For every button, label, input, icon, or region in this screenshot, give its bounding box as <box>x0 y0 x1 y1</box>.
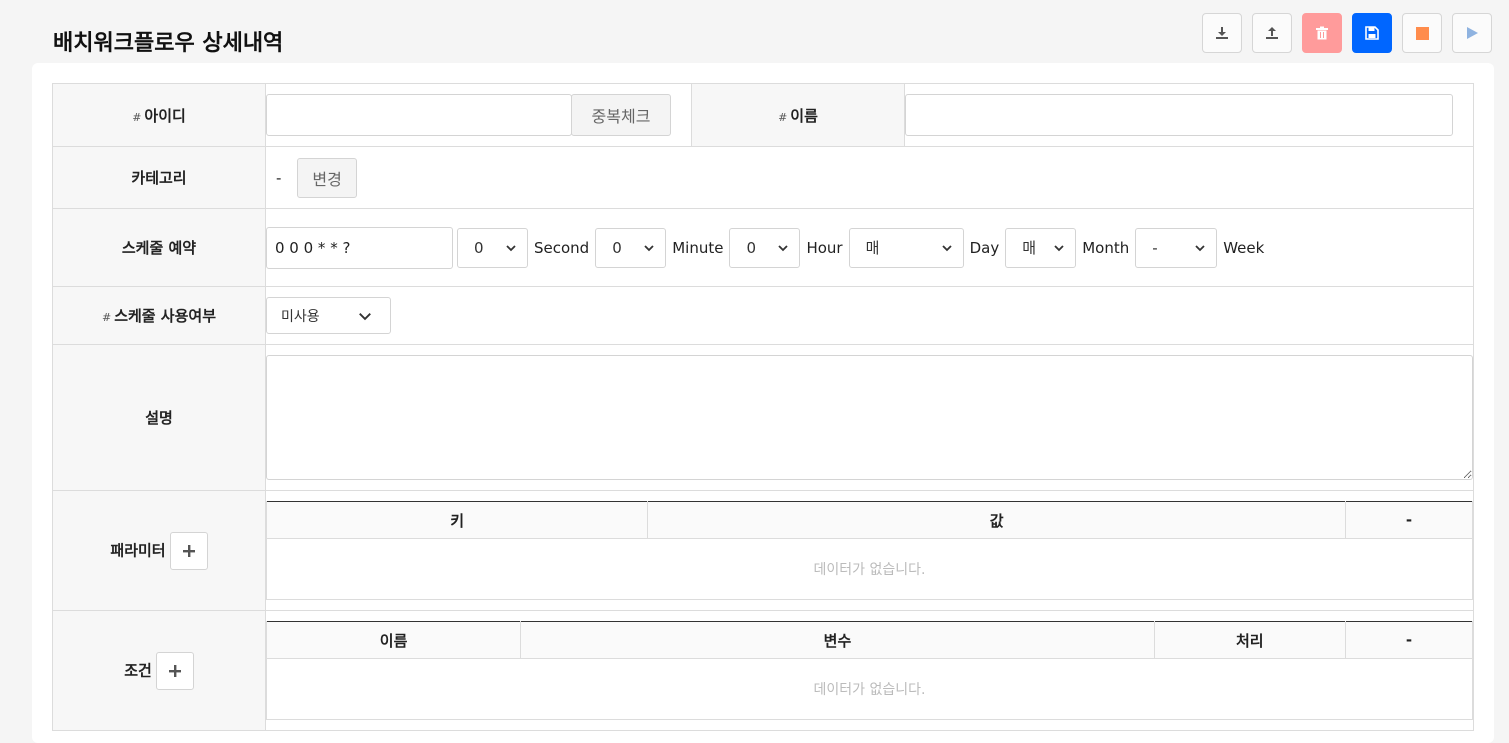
add-parameter-button[interactable] <box>169 531 208 570</box>
schedule-use-select[interactable]: 미사용 <box>266 297 391 334</box>
play-icon <box>1466 27 1478 39</box>
month-select-value: 매 <box>1022 239 1037 257</box>
chevron-down-icon <box>1054 244 1064 251</box>
required-mark: # <box>778 110 788 124</box>
toolbar <box>1202 13 1492 53</box>
week-unit-label: Week <box>1223 238 1265 257</box>
schedule-label: 스케줄 예약 <box>52 208 266 287</box>
stop-button[interactable] <box>1402 13 1442 53</box>
id-value-cell: 중복체크 <box>265 83 692 147</box>
schedule-use-select-value: 미사용 <box>281 308 320 325</box>
category-label: 카테고리 <box>52 146 266 209</box>
hour-select[interactable]: 0 <box>729 227 801 268</box>
schedule-value-cell: 0 Second 0 Minute 0 Hour 매 <box>265 208 1474 287</box>
delete-button[interactable] <box>1302 13 1342 53</box>
row-parameters: 패라미터 키 값 - 데이터가 없습니다. <box>52 490 1474 611</box>
category-change-button[interactable]: 변경 <box>297 157 357 198</box>
minute-unit-label: Minute <box>672 238 724 257</box>
row-schedule-use: # 스케줄 사용여부 미사용 <box>52 286 1474 345</box>
day-unit-label: Day <box>969 238 1000 257</box>
row-id-name: # 아이디 중복체크 # 이름 <box>52 83 1474 147</box>
column-header: 처리 <box>1153 621 1346 659</box>
row-schedule: 스케줄 예약 0 Second 0 Minute 0 <box>52 208 1474 287</box>
download-button[interactable] <box>1202 13 1242 53</box>
row-description: 설명 <box>52 344 1474 491</box>
minute-select[interactable]: 0 <box>595 227 667 268</box>
chevron-down-icon <box>644 244 654 251</box>
upload-button[interactable] <box>1252 13 1292 53</box>
stop-icon <box>1415 26 1429 40</box>
run-button[interactable] <box>1452 13 1492 53</box>
month-select[interactable]: 매 <box>1005 227 1077 268</box>
name-label-cell: # 이름 <box>691 83 905 147</box>
second-select-value: 0 <box>474 238 484 257</box>
upload-icon <box>1266 27 1278 39</box>
id-input[interactable] <box>266 94 572 136</box>
parameters-label: 패라미터 <box>110 541 166 559</box>
description-textarea[interactable] <box>266 355 1473 480</box>
add-condition-button[interactable] <box>155 651 194 690</box>
id-label-cell: # 아이디 <box>52 83 266 147</box>
empty-message: 데이터가 없습니다. <box>266 538 1473 600</box>
column-header: 이름 <box>265 621 522 659</box>
column-header: 값 <box>647 501 1346 539</box>
chevron-down-icon <box>941 244 952 251</box>
chevron-down-icon <box>778 244 789 251</box>
chevron-down-icon <box>359 312 371 320</box>
name-value-cell <box>904 83 1474 147</box>
cron-expression-input[interactable] <box>266 226 453 269</box>
name-label: 이름 <box>790 106 818 125</box>
hour-unit-label: Hour <box>806 238 843 257</box>
duplicate-check-button[interactable]: 중복체크 <box>571 94 671 136</box>
plus-icon <box>182 544 195 557</box>
row-conditions: 조건 이름 변수 처리 - 데이터가 없습니다. <box>52 610 1474 731</box>
parameters-table-cell: 키 값 - 데이터가 없습니다. <box>265 490 1474 611</box>
conditions-table: 이름 변수 처리 - 데이터가 없습니다. <box>265 621 1474 720</box>
parameters-label-cell: 패라미터 <box>52 490 266 611</box>
conditions-table-cell: 이름 변수 처리 - 데이터가 없습니다. <box>265 610 1474 731</box>
required-mark: # <box>132 110 142 124</box>
workflow-form: # 아이디 중복체크 # 이름 카테고리 - 변경 스케줄 예약 0 0 0 *… <box>52 83 1474 731</box>
week-select-value: - <box>1152 238 1158 257</box>
trash-icon <box>1316 26 1328 40</box>
download-icon <box>1216 27 1228 39</box>
column-header: - <box>1344 501 1474 539</box>
day-select-value: 매 <box>865 239 880 257</box>
id-label: 아이디 <box>144 106 186 125</box>
schedule-use-value-cell: 미사용 <box>265 286 1474 345</box>
row-category: 카테고리 - 변경 <box>52 146 1474 209</box>
schedule-use-label-cell: # 스케줄 사용여부 <box>52 286 266 345</box>
description-label: 설명 <box>52 344 266 491</box>
minute-select-value: 0 <box>612 238 622 257</box>
schedule-use-label: 스케줄 사용여부 <box>114 307 217 325</box>
month-unit-label: Month <box>1082 238 1130 257</box>
column-header: 키 <box>265 501 649 539</box>
category-value-cell: - 변경 <box>265 146 1474 209</box>
parameters-table: 키 값 - 데이터가 없습니다. <box>265 501 1474 600</box>
floppy-disk-icon <box>1365 26 1379 40</box>
save-button[interactable] <box>1352 13 1392 53</box>
second-unit-label: Second <box>534 238 590 257</box>
column-header: 변수 <box>520 621 1155 659</box>
description-value-cell <box>265 344 1474 491</box>
day-select[interactable]: 매 <box>848 227 964 268</box>
empty-message: 데이터가 없습니다. <box>266 658 1473 720</box>
required-mark: # <box>101 311 112 324</box>
hour-select-value: 0 <box>746 238 756 257</box>
conditions-label: 조건 <box>124 661 152 679</box>
name-input[interactable] <box>905 94 1453 136</box>
second-select[interactable]: 0 <box>457 227 528 268</box>
conditions-label-cell: 조건 <box>52 610 266 731</box>
chevron-down-icon <box>1195 244 1205 251</box>
week-select[interactable]: - <box>1135 227 1218 268</box>
plus-icon <box>168 664 181 677</box>
category-value: - <box>276 168 282 187</box>
chevron-down-icon <box>506 244 516 251</box>
column-header: - <box>1344 621 1474 659</box>
page-title: 배치워크플로우 상세내역 <box>53 31 284 56</box>
